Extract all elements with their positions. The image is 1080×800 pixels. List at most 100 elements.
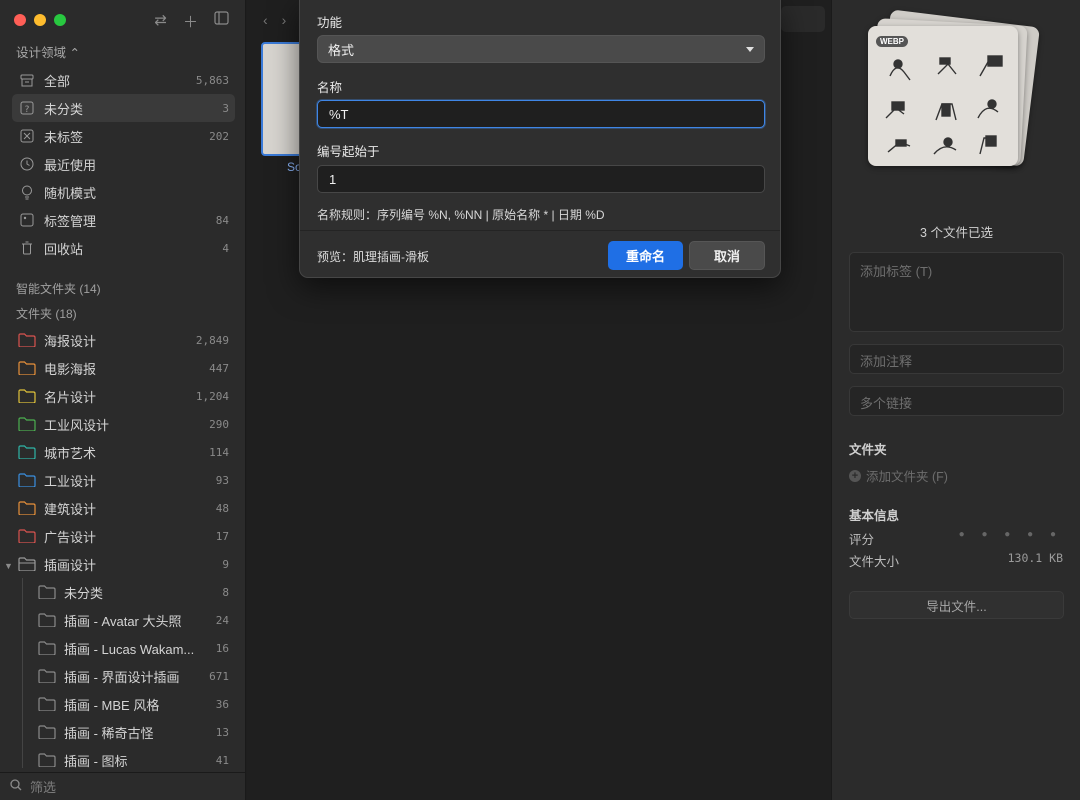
back-icon[interactable]: ‹	[263, 12, 268, 28]
subfolder-item[interactable]: 插画 - 图标 41	[12, 746, 235, 774]
folder-label: 城市艺术	[44, 445, 97, 461]
folder-label: 名片设计	[44, 389, 97, 405]
forward-icon[interactable]: ›	[282, 12, 287, 28]
function-label: 功能	[317, 16, 343, 30]
nav-item-trash[interactable]: 回收站 4	[12, 234, 235, 262]
start-number-input[interactable]: 1	[317, 165, 765, 193]
subfolder-item[interactable]: 插画 - 界面设计插画 671	[12, 662, 235, 690]
folder-item[interactable]: 电影海报 447	[12, 354, 235, 382]
nav-label: 未分类	[44, 101, 84, 117]
nav-item-untagged[interactable]: 未标签 202	[12, 122, 235, 150]
folder-icon	[18, 445, 36, 459]
plus-circle-icon: +	[849, 469, 861, 482]
folder-count: 290	[209, 417, 229, 431]
close-window-button[interactable]	[14, 14, 26, 26]
subfolder-item[interactable]: 插画 - Lucas Wakam... 16	[12, 634, 235, 662]
folder-item[interactable]: 工业风设计 290	[12, 410, 235, 438]
folder-label: 插画 - 稀奇古怪	[64, 725, 154, 741]
subfolder-item[interactable]: 插画 - 稀奇古怪 13	[12, 718, 235, 746]
folder-icon	[18, 557, 36, 571]
rating-row: 评分 ● ● ● ● ●	[849, 529, 1063, 548]
links-placeholder: 多个链接	[860, 396, 913, 411]
note-field[interactable]: 添加注释	[849, 344, 1064, 374]
folder-count: 48	[215, 501, 229, 515]
zoom-window-button[interactable]	[54, 14, 66, 26]
links-field[interactable]: 多个链接	[849, 386, 1064, 416]
folder-item[interactable]: 海报设计 2,849	[12, 326, 235, 354]
archive-icon	[18, 71, 36, 89]
folder-item[interactable]: 城市艺术 114	[12, 438, 235, 466]
name-input-value: %T	[329, 106, 349, 122]
export-button[interactable]: 导出文件...	[849, 591, 1064, 619]
svg-text:?: ?	[25, 105, 30, 115]
folder-icon	[38, 613, 56, 627]
nav-item-unsorted[interactable]: ? 未分类 3	[12, 94, 235, 122]
illustration-grid-icon	[885, 55, 1003, 155]
file-size-value: 130.1 KB	[1007, 551, 1063, 565]
rename-preview: 预览：肌理插画-滑板	[317, 250, 429, 264]
sidebar-toggle-icon[interactable]	[214, 11, 229, 32]
bulb-icon	[18, 183, 36, 201]
inspector-panel: WEBP 3 个文件已选 添加标签 (T) 添加注释 多个链接 文件夹 + 添加…	[831, 0, 1080, 800]
folder-count: 13	[215, 725, 229, 739]
preview-card[interactable]: WEBP	[868, 26, 1018, 166]
rename-button[interactable]: 重命名	[608, 241, 683, 270]
folder-icon	[18, 361, 36, 375]
folder-icon	[18, 389, 36, 403]
folder-item[interactable]: 工业设计 93	[12, 466, 235, 494]
folder-label: 插画设计	[44, 557, 97, 573]
folder-section-title: 文件夹	[849, 443, 887, 457]
folder-item[interactable]: 插画设计 9	[12, 550, 235, 578]
folders-header[interactable]: 文件夹 (18)	[16, 305, 77, 322]
folder-label: 工业设计	[44, 473, 97, 489]
folder-label: 电影海报	[44, 361, 97, 377]
subfolder-item[interactable]: 未分类 8	[12, 578, 235, 606]
cancel-button[interactable]: 取消	[689, 241, 765, 270]
folder-count: 671	[209, 669, 229, 683]
smart-folders-header[interactable]: 智能文件夹 (14)	[16, 280, 101, 297]
rating-stars[interactable]: ● ● ● ● ●	[959, 529, 1063, 548]
tags-field[interactable]: 添加标签 (T)	[849, 252, 1064, 332]
folder-icon	[38, 669, 56, 683]
nav-item-random[interactable]: 随机模式	[12, 178, 235, 206]
add-folder-button[interactable]: + 添加文件夹 (F)	[849, 466, 948, 485]
plus-icon[interactable]: ＋	[183, 11, 198, 32]
folder-icon	[38, 725, 56, 739]
sidebar-nav: 全部 5,863 ? 未分类 3 未标签 202 最近使用 随机模式 标签管理 …	[12, 66, 235, 262]
chevron-down-icon[interactable]: ▼	[4, 561, 13, 571]
name-input[interactable]: %T	[317, 100, 765, 128]
nav-item-all[interactable]: 全部 5,863	[12, 66, 235, 94]
swap-icon[interactable]: ⇄	[154, 11, 167, 32]
search-field[interactable]	[781, 6, 825, 32]
workspace-switcher[interactable]: 设计领域 ⌃	[16, 42, 80, 61]
trash-icon	[18, 239, 36, 257]
nav-label: 随机模式	[44, 185, 97, 201]
window-controls	[14, 14, 66, 26]
folder-count: 1,204	[195, 389, 229, 403]
filter-input[interactable]: 筛选	[30, 777, 56, 796]
folder-item[interactable]: 建筑设计 48	[12, 494, 235, 522]
folder-item[interactable]: 广告设计 17	[12, 522, 235, 550]
folder-label: 插画 - MBE 风格	[64, 697, 160, 713]
clock-icon	[18, 155, 36, 173]
nav-label: 全部	[44, 73, 71, 89]
folder-item[interactable]: 名片设计 1,204	[12, 382, 235, 410]
folder-label: 广告设计	[44, 529, 97, 545]
nav-item-tags[interactable]: 标签管理 84	[12, 206, 235, 234]
nav-item-recent[interactable]: 最近使用	[12, 150, 235, 178]
folder-icon	[18, 417, 36, 431]
nav-count: 202	[209, 129, 229, 143]
nav-count: 4	[222, 241, 229, 255]
minimize-window-button[interactable]	[34, 14, 46, 26]
name-label: 名称	[317, 81, 343, 95]
tags-placeholder: 添加标签 (T)	[860, 264, 933, 279]
folder-label: 插画 - 图标	[64, 753, 128, 769]
start-number-label: 编号起始于	[317, 145, 380, 159]
filter-bar[interactable]: 筛选	[0, 772, 245, 800]
subfolder-item[interactable]: 插画 - Avatar 大头照 24	[12, 606, 235, 634]
nav-count: 84	[215, 213, 229, 227]
unsorted-icon: ?	[18, 99, 36, 117]
function-select[interactable]: 格式	[317, 35, 765, 63]
folder-count: 36	[215, 697, 229, 711]
subfolder-item[interactable]: 插画 - MBE 风格 36	[12, 690, 235, 718]
